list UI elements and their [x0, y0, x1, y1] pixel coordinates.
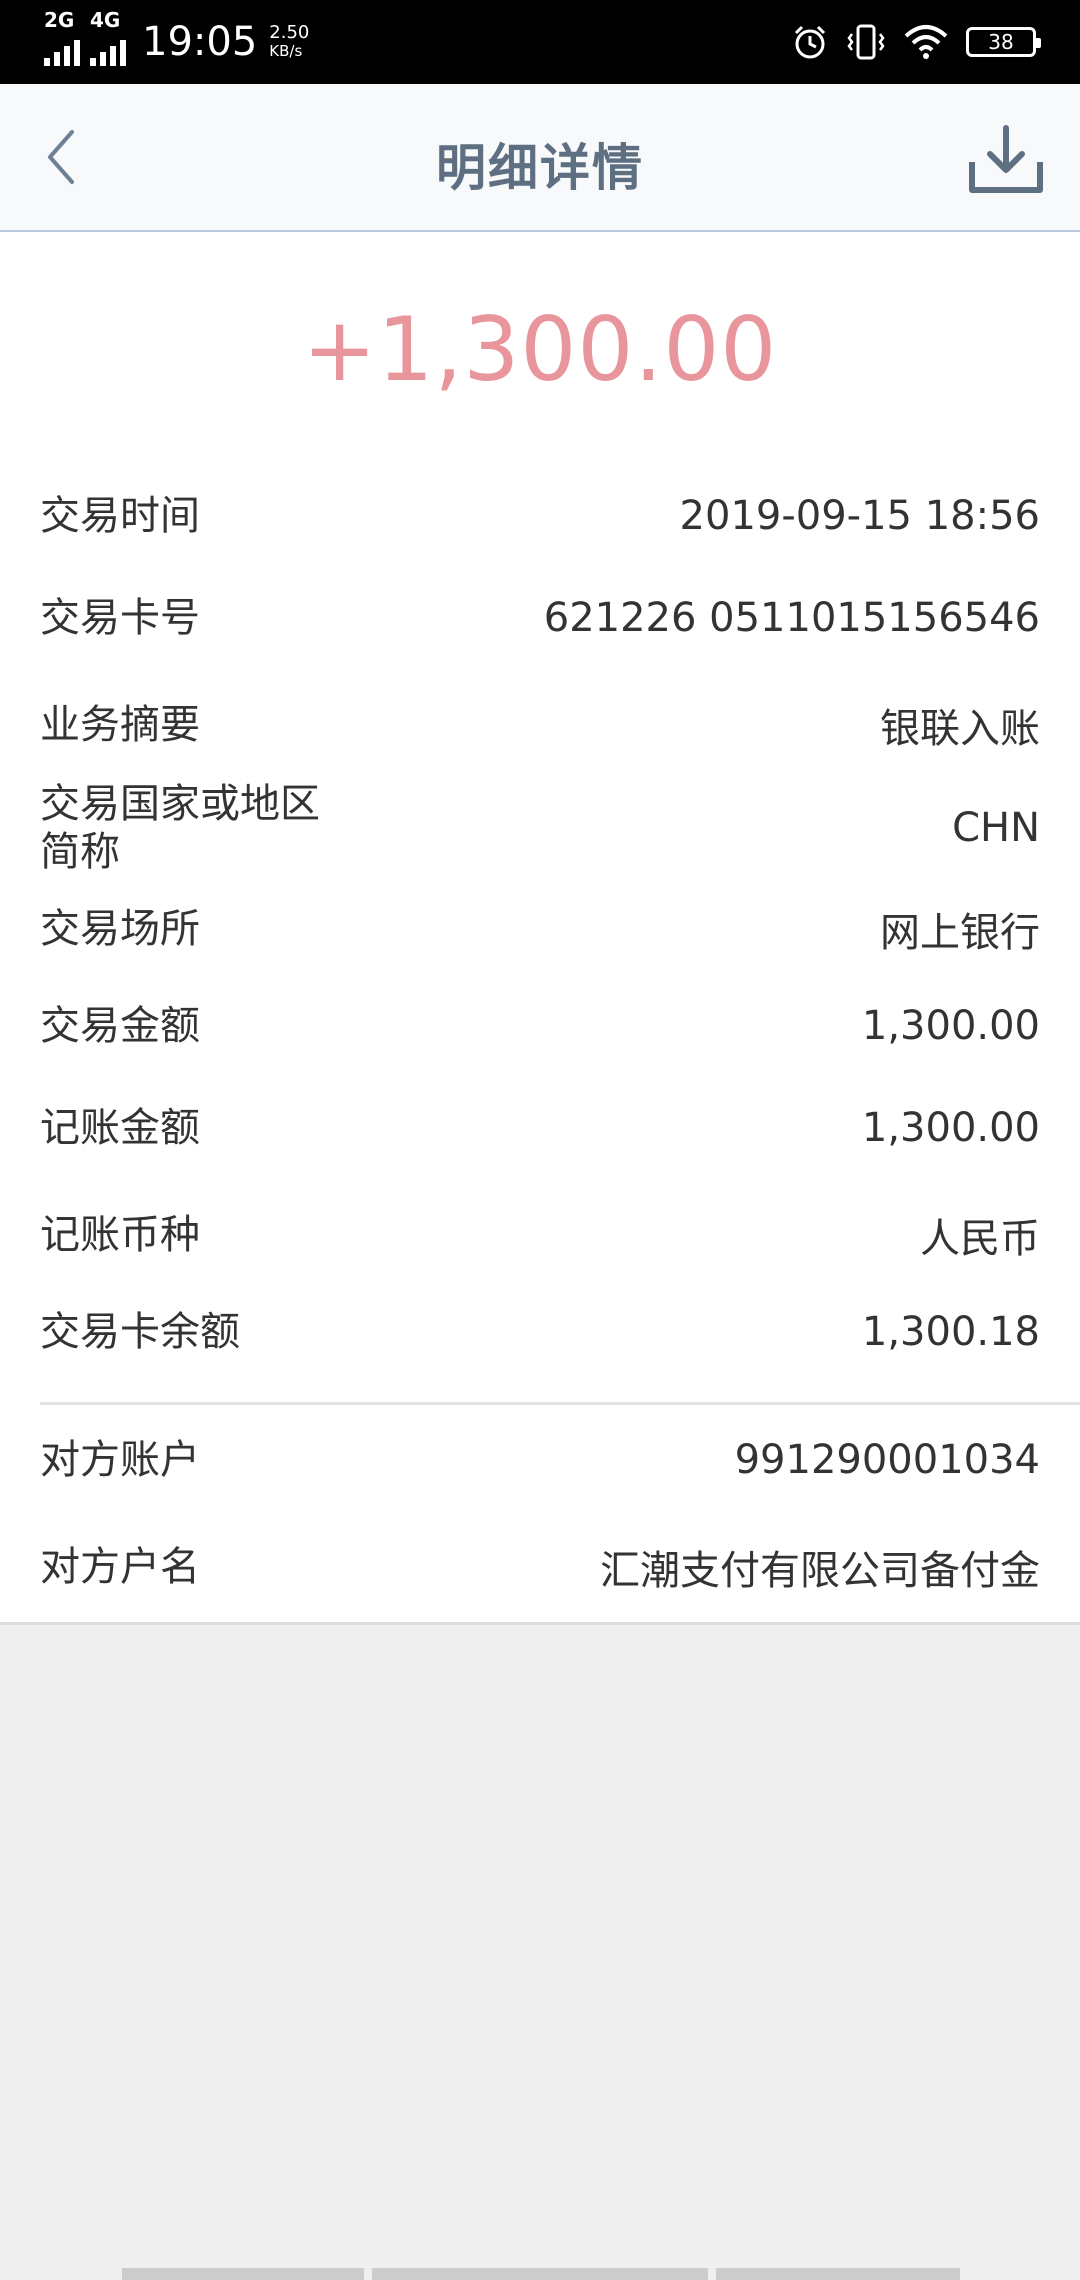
- transaction-amount: +1,300.00: [302, 298, 778, 401]
- download-icon[interactable]: [966, 120, 1046, 200]
- row-value: 621226 0511015156546: [543, 595, 1040, 641]
- network-speed-unit: KB/s: [269, 42, 303, 60]
- network-4g-label: 4G: [90, 8, 121, 32]
- row-label: 交易时间: [40, 493, 200, 539]
- network-2g-label: 2G: [44, 8, 75, 32]
- row-label-line2: 简称: [40, 829, 120, 875]
- row-card-number: 交易卡号 621226 0511015156546: [40, 594, 1040, 642]
- row-label: 交易卡号: [40, 595, 200, 641]
- battery-icon: 38: [966, 27, 1041, 57]
- wifi-icon: [904, 25, 948, 59]
- row-value: 2019-09-15 18:56: [679, 493, 1040, 539]
- transaction-detail-card: +1,300.00 交易时间 2019-09-15 18:56 交易卡号 621…: [0, 232, 1080, 1625]
- row-counterparty-account: 对方账户 991290001034: [40, 1436, 1040, 1484]
- row-label: 记账币种: [40, 1212, 200, 1258]
- row-value: 人民币: [920, 1216, 1040, 1262]
- row-card-balance: 交易卡余额 1,300.18: [40, 1308, 1040, 1356]
- row-label-line1: 交易国家或地区: [40, 781, 320, 827]
- bottom-strip: [372, 2268, 708, 2280]
- status-right: 38: [792, 18, 1041, 66]
- header-bar: 明细详情: [0, 84, 1080, 232]
- status-left: 2G 4G 19:05 2.50 KB/s: [44, 8, 310, 68]
- status-bar: 2G 4G 19:05 2.50 KB/s 38: [0, 0, 1080, 84]
- row-label: 交易场所: [40, 906, 200, 952]
- row-country-region: 交易国家或地区 简称 CHN: [40, 780, 1040, 876]
- signal-4g-icon: 4G: [90, 8, 126, 66]
- alarm-icon: [794, 25, 826, 59]
- row-counterparty-name: 对方户名 汇潮支付有限公司备付金: [40, 1538, 1040, 1596]
- row-value: 1,300.00: [861, 1003, 1040, 1049]
- row-transaction-time: 交易时间 2019-09-15 18:56: [40, 492, 1040, 540]
- bottom-strip: [122, 2268, 364, 2280]
- row-label: 业务摘要: [40, 702, 200, 748]
- bottom-strip: [716, 2268, 960, 2280]
- row-label: 交易国家或地区 简称: [40, 780, 320, 876]
- battery-level: 38: [988, 30, 1014, 54]
- row-label: 交易金额: [40, 1003, 200, 1049]
- row-value: 网上银行: [880, 910, 1040, 956]
- row-value: 1,300.18: [861, 1309, 1040, 1355]
- row-transaction-amount: 交易金额 1,300.00: [40, 1002, 1040, 1050]
- row-label: 对方账户: [40, 1437, 200, 1483]
- status-time: 19:05: [142, 19, 258, 65]
- row-posting-amount: 记账金额 1,300.00: [40, 1104, 1040, 1152]
- vibrate-icon: [847, 24, 885, 60]
- row-value: 银联入账: [880, 706, 1040, 752]
- network-speed: 2.50 KB/s: [269, 22, 310, 61]
- row-transaction-venue: 交易场所 网上银行: [40, 900, 1040, 958]
- section-divider: [40, 1402, 1080, 1405]
- row-label: 对方户名: [40, 1544, 200, 1590]
- signal-2g-icon: 2G: [44, 8, 80, 66]
- row-value: 汇潮支付有限公司备付金: [600, 1548, 1040, 1594]
- network-speed-value: 2.50: [269, 22, 310, 43]
- row-label: 交易卡余额: [40, 1309, 240, 1355]
- row-value: 991290001034: [734, 1437, 1040, 1483]
- row-label: 记账金额: [40, 1105, 200, 1151]
- page-title: 明细详情: [436, 139, 644, 197]
- row-value: CHN: [952, 805, 1040, 851]
- row-posting-currency: 记账币种 人民币: [40, 1206, 1040, 1264]
- row-business-summary: 业务摘要 银联入账: [40, 696, 1040, 754]
- row-value: 1,300.00: [861, 1105, 1040, 1151]
